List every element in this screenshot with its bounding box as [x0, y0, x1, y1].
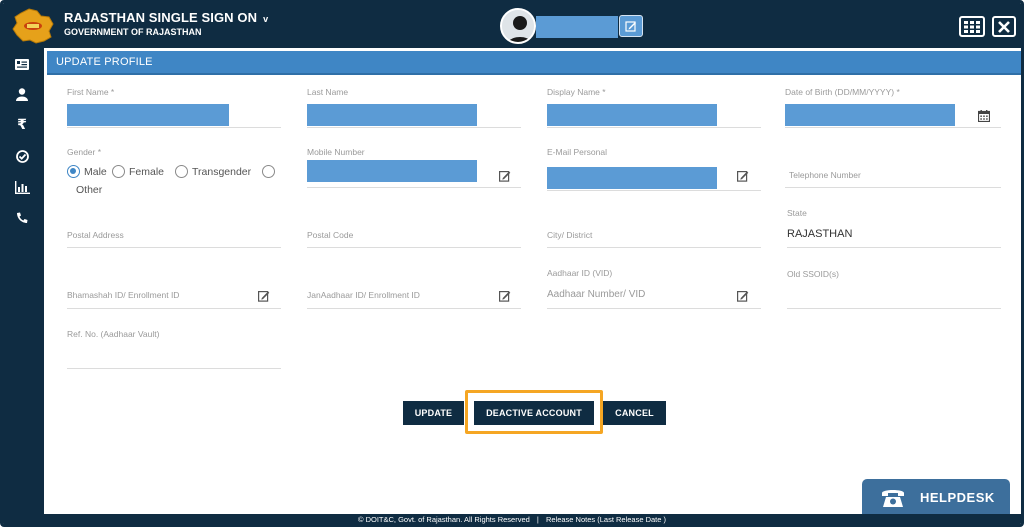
telephone-underline	[785, 187, 1001, 188]
user-icon	[16, 87, 28, 101]
city-input[interactable]: City/ District	[547, 230, 592, 240]
avatar[interactable]	[500, 8, 536, 44]
gender-option-other-label: Other	[76, 184, 103, 196]
email-input[interactable]	[547, 167, 717, 189]
edit-profile-button[interactable]	[619, 15, 643, 37]
sidebar-item-reports[interactable]	[13, 178, 31, 196]
janaadhaar-input[interactable]: JanAadhaar ID/ Enrollment ID	[307, 290, 420, 300]
ref-no-underline	[67, 368, 281, 369]
state-label: State	[787, 208, 807, 218]
app-subtitle: GOVERNMENT OF RAJASTHAN	[64, 27, 202, 37]
telephone-icon	[882, 489, 904, 507]
old-ssoid-underline	[787, 308, 1001, 309]
telephone-input[interactable]: Telephone Number	[789, 170, 861, 180]
app-title-text: RAJASTHAN SINGLE SIGN ON	[64, 10, 258, 25]
old-ssoid-input[interactable]: Old SSOID(s)	[787, 269, 839, 279]
bhamashah-underline	[67, 308, 281, 309]
footer: © DOIT&C, Govt. of Rajasthan. All Rights…	[3, 514, 1021, 524]
city-underline	[547, 247, 761, 248]
footer-copyright: © DOIT&C, Govt. of Rajasthan. All Rights…	[357, 515, 530, 524]
ref-no-input[interactable]: Ref. No. (Aadhaar Vault)	[67, 329, 159, 339]
bar-chart-icon	[14, 180, 30, 194]
edit-janaadhaar-icon[interactable]	[498, 289, 512, 303]
rajasthan-logo-icon	[11, 7, 55, 45]
gender-option-label: Male	[84, 165, 107, 178]
deactivate-account-button[interactable]: DEACTIVE ACCOUNT	[474, 401, 594, 425]
postal-address-input[interactable]: Postal Address	[67, 230, 124, 240]
edit-mobile-icon[interactable]	[498, 169, 512, 183]
footer-separator: |	[536, 515, 539, 524]
panel-header: UPDATE PROFILE	[47, 51, 1021, 75]
edit-aadhaar-icon[interactable]	[736, 289, 750, 303]
last-name-input[interactable]	[307, 104, 477, 126]
update-button[interactable]: UPDATE	[403, 401, 464, 425]
bhamashah-input[interactable]: Bhamashah ID/ Enrollment ID	[67, 290, 179, 300]
last-name-label: Last Name	[307, 87, 349, 97]
id-card-icon	[15, 58, 29, 70]
apps-grid-button[interactable]	[959, 16, 985, 37]
gender-option-other[interactable]	[262, 165, 279, 178]
sidebar: ₹	[3, 48, 44, 524]
sidebar-item-user[interactable]	[13, 85, 31, 103]
mobile-label: Mobile Number	[307, 147, 365, 157]
email-label: E-Mail Personal	[547, 147, 607, 157]
close-button[interactable]	[992, 16, 1016, 37]
aadhaar-label: Aadhaar ID (VID)	[547, 268, 613, 278]
gender-label: Gender *	[67, 147, 102, 157]
mobile-input[interactable]	[307, 160, 477, 182]
email-underline	[547, 190, 761, 191]
gender-option-female[interactable]: Female	[112, 165, 164, 178]
dob-input[interactable]	[785, 104, 955, 126]
postal-code-underline	[307, 247, 521, 248]
gender-option-male[interactable]: Male	[67, 165, 107, 178]
sidebar-item-profile-card[interactable]	[13, 55, 31, 73]
edit-icon	[625, 21, 636, 32]
sidebar-item-status[interactable]	[13, 147, 31, 165]
mobile-underline	[307, 187, 521, 188]
first-name-input[interactable]	[67, 104, 229, 126]
postal-address-underline	[67, 247, 281, 248]
sidebar-item-payments[interactable]: ₹	[13, 116, 31, 134]
calendar-icon[interactable]	[977, 109, 991, 123]
release-notes-link[interactable]: Release Notes (Last Release Date )	[546, 514, 666, 524]
helpdesk-label: HELPDESK	[920, 490, 995, 505]
first-name-underline	[67, 127, 281, 128]
first-name-label: First Name *	[67, 87, 115, 97]
close-icon	[998, 20, 1010, 33]
aadhaar-underline	[547, 308, 761, 309]
edit-bhamashah-icon[interactable]	[257, 289, 271, 303]
sidebar-item-contact[interactable]	[13, 209, 31, 227]
page-title: UPDATE PROFILE	[56, 56, 153, 68]
dob-underline	[785, 127, 1001, 128]
display-name-underline	[547, 127, 761, 128]
top-header: RAJASTHAN SINGLE SIGN ON v GOVERNMENT OF …	[3, 3, 1021, 48]
rupee-icon: ₹	[17, 117, 27, 133]
phone-icon	[17, 212, 28, 223]
chevron-down-icon[interactable]: v	[263, 14, 268, 24]
aadhaar-input[interactable]: Aadhaar Number/ VID	[547, 289, 645, 300]
last-name-underline	[307, 127, 521, 128]
radio-icon[interactable]	[112, 165, 125, 178]
helpdesk-button[interactable]: HELPDESK	[862, 479, 1010, 516]
gender-option-transgender[interactable]: Transgender	[175, 165, 251, 178]
state-value[interactable]: RAJASTHAN	[787, 228, 852, 240]
app-window: RAJASTHAN SINGLE SIGN ON v GOVERNMENT OF …	[0, 0, 1024, 527]
state-underline	[787, 247, 1001, 248]
radio-icon[interactable]	[262, 165, 275, 178]
cancel-button[interactable]: CANCEL	[603, 401, 666, 425]
radio-icon[interactable]	[175, 165, 188, 178]
gender-option-label: Female	[129, 165, 165, 178]
edit-email-icon[interactable]	[736, 169, 750, 183]
user-name-field	[536, 16, 618, 38]
app-title[interactable]: RAJASTHAN SINGLE SIGN ON v	[64, 10, 268, 25]
radio-checked-icon[interactable]	[67, 165, 80, 178]
check-circle-icon	[15, 149, 29, 163]
dob-label: Date of Birth (DD/MM/YYYY) *	[785, 87, 900, 97]
display-name-label: Display Name *	[547, 87, 606, 97]
grid-icon	[964, 20, 980, 33]
display-name-input[interactable]	[547, 104, 717, 126]
postal-code-input[interactable]: Postal Code	[307, 230, 353, 240]
gender-option-label: Transgender	[192, 165, 252, 178]
janaadhaar-underline	[307, 308, 521, 309]
